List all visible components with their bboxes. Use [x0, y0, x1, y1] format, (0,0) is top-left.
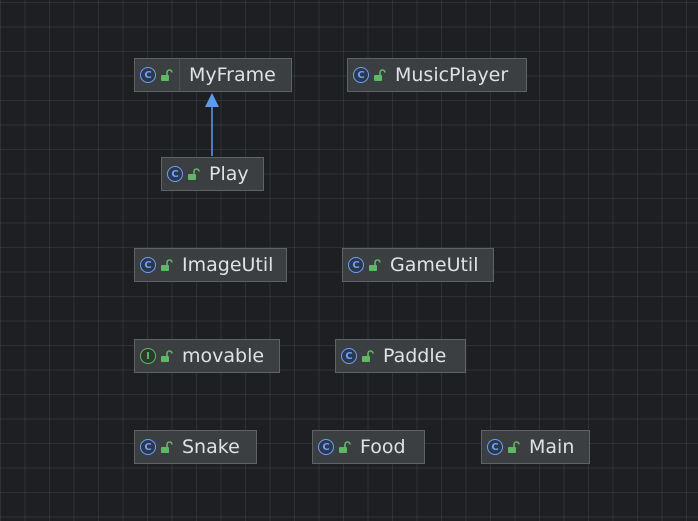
class-node-snake[interactable]: C Snake — [134, 430, 257, 464]
unlocked-icon — [339, 441, 351, 453]
class-icon: C — [140, 257, 156, 273]
class-node-myframe[interactable]: C MyFrame — [134, 58, 292, 92]
unlocked-icon — [188, 168, 200, 180]
unlocked-icon — [161, 441, 173, 453]
interface-node-movable[interactable]: I movable — [134, 339, 280, 373]
node-separator — [179, 59, 180, 91]
unlocked-icon — [362, 350, 374, 362]
class-icon: C — [341, 348, 357, 364]
class-node-imageutil[interactable]: C ImageUtil — [134, 248, 287, 282]
class-node-play[interactable]: C Play — [161, 157, 264, 191]
unlocked-icon — [161, 350, 173, 362]
node-label: MusicPlayer — [395, 64, 509, 86]
class-node-food[interactable]: C Food — [312, 430, 425, 464]
node-label: GameUtil — [390, 254, 479, 276]
class-node-paddle[interactable]: C Paddle — [335, 339, 466, 373]
node-label: Main — [529, 436, 575, 458]
class-icon: C — [140, 67, 156, 83]
unlocked-icon — [508, 441, 520, 453]
node-label: ImageUtil — [182, 254, 274, 276]
class-node-musicplayer[interactable]: C MusicPlayer — [347, 58, 527, 92]
class-node-main[interactable]: C Main — [481, 430, 590, 464]
node-label: Paddle — [383, 345, 447, 367]
class-icon: C — [318, 439, 334, 455]
class-icon: C — [353, 67, 369, 83]
class-icon: C — [487, 439, 503, 455]
class-icon: C — [140, 439, 156, 455]
class-diagram-canvas[interactable]: C MyFrame C MusicPlayer C Play C ImageUt… — [0, 0, 698, 521]
node-label: Food — [360, 436, 406, 458]
inheritance-arrowhead — [205, 93, 219, 107]
node-label: Snake — [182, 436, 240, 458]
class-icon: C — [348, 257, 364, 273]
unlocked-icon — [161, 69, 173, 81]
unlocked-icon — [369, 259, 381, 271]
class-icon: C — [167, 166, 183, 182]
unlocked-icon — [161, 259, 173, 271]
class-node-gameutil[interactable]: C GameUtil — [342, 248, 494, 282]
node-label: movable — [182, 345, 265, 367]
node-label: Play — [209, 163, 249, 185]
node-label: MyFrame — [189, 64, 276, 86]
unlocked-icon — [374, 69, 386, 81]
interface-icon: I — [140, 348, 156, 364]
